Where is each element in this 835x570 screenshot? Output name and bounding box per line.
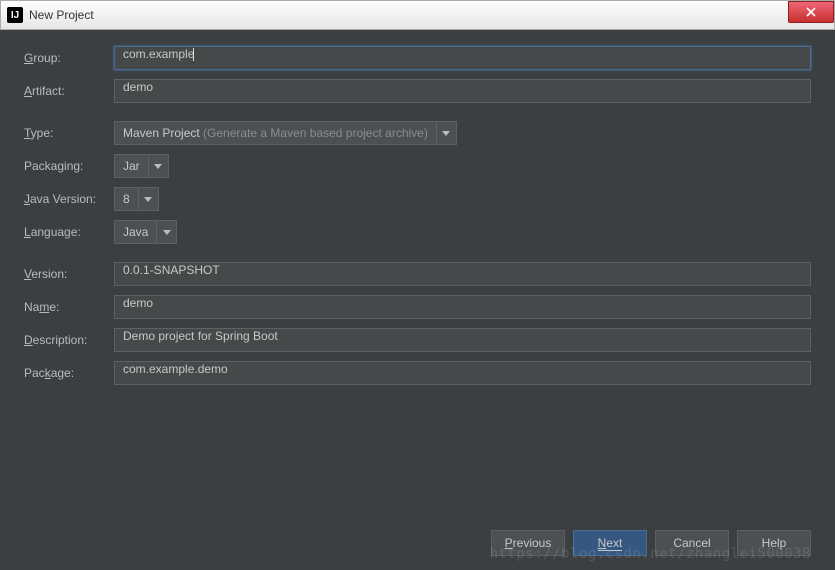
dialog-content: Group: com.example Artifact: demo Type: …	[0, 30, 835, 570]
language-label: Language:	[24, 225, 114, 239]
java-version-label: Java Version:	[24, 192, 114, 206]
chevron-down-icon	[156, 221, 176, 243]
artifact-label: Artifact:	[24, 84, 114, 98]
packaging-label: Packaging:	[24, 159, 114, 173]
help-button[interactable]: Help	[737, 530, 811, 556]
name-label: Name:	[24, 300, 114, 314]
package-label: Package:	[24, 366, 114, 380]
type-dropdown[interactable]: Maven Project (Generate a Maven based pr…	[114, 121, 457, 145]
close-button[interactable]	[788, 1, 834, 23]
group-label: Group:	[24, 51, 114, 65]
name-input[interactable]: demo	[114, 295, 811, 319]
package-input[interactable]: com.example.demo	[114, 361, 811, 385]
language-dropdown[interactable]: Java	[114, 220, 177, 244]
titlebar: IJ New Project	[0, 0, 835, 30]
version-label: Version:	[24, 267, 114, 281]
description-label: Description:	[24, 333, 114, 347]
version-input[interactable]: 0.0.1-SNAPSHOT	[114, 262, 811, 286]
type-label: Type:	[24, 126, 114, 140]
window-title: New Project	[29, 8, 94, 22]
description-input[interactable]: Demo project for Spring Boot	[114, 328, 811, 352]
cancel-button[interactable]: Cancel	[655, 530, 729, 556]
previous-button[interactable]: Previous	[491, 530, 565, 556]
button-bar: Previous Next Cancel Help	[491, 530, 811, 556]
packaging-dropdown[interactable]: Jar	[114, 154, 169, 178]
group-input[interactable]: com.example	[114, 46, 811, 70]
chevron-down-icon	[148, 155, 168, 177]
chevron-down-icon	[138, 188, 158, 210]
chevron-down-icon	[436, 122, 456, 144]
next-button[interactable]: Next	[573, 530, 647, 556]
close-icon	[806, 7, 816, 17]
app-icon: IJ	[7, 7, 23, 23]
artifact-input[interactable]: demo	[114, 79, 811, 103]
java-version-dropdown[interactable]: 8	[114, 187, 159, 211]
